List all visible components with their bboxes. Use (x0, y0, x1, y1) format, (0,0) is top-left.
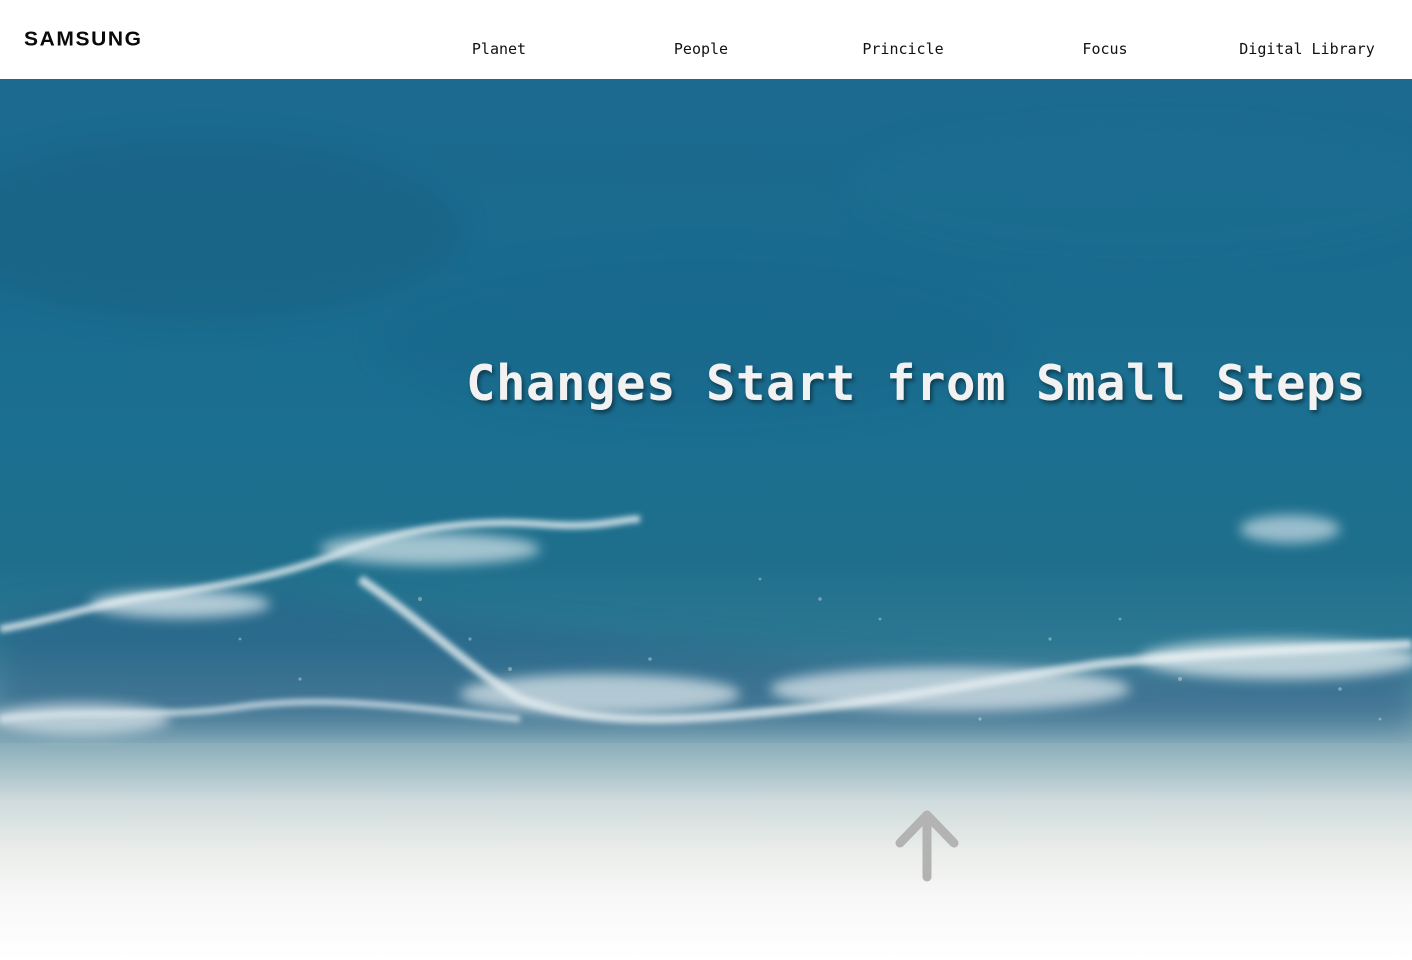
nav-item-princicle[interactable]: Princicle (862, 40, 943, 58)
nav-item-digital-library[interactable]: Digital Library (1239, 40, 1374, 58)
site-header: SAMSUNG Planet People Princicle Focus Di… (0, 0, 1412, 79)
nav-item-focus[interactable]: Focus (1082, 40, 1127, 58)
hero-ocean-banner: Changes Start from Small Steps (0, 79, 1412, 960)
main-nav: Planet People Princicle Focus Digital Li… (0, 40, 1412, 60)
ocean-waves-illustration (0, 119, 1412, 735)
hero-headline: Changes Start from Small Steps (465, 355, 1366, 412)
arrow-up-icon[interactable] (893, 807, 961, 883)
nav-item-planet[interactable]: Planet (472, 40, 526, 58)
nav-item-people[interactable]: People (674, 40, 728, 58)
